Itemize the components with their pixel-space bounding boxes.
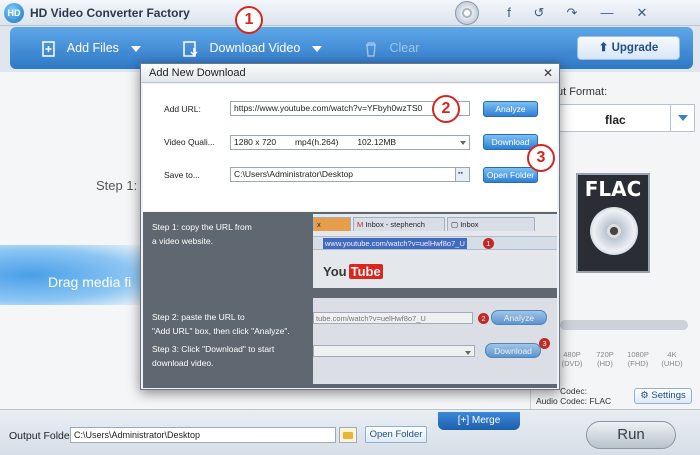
gmail-icon: M — [357, 220, 364, 229]
output-folder-field[interactable]: C:\Users\Administrator\Desktop — [70, 427, 336, 443]
title-bar: HD HD Video Converter Factory f ↺ ↷ — ✕ — [0, 0, 700, 26]
download-video-label: Download Video — [209, 41, 301, 55]
step2-analyze-button: Analyze — [491, 310, 547, 325]
mail-icon: ▢ — [451, 220, 459, 229]
browser-tab-label: Inbox — [460, 220, 479, 229]
browser-url-highlight: www.youtube.com/watch?v=uelHwf8o7_U — [323, 238, 467, 249]
settings-label: Settings — [651, 390, 686, 401]
add-url-label: Add URL: — [164, 104, 201, 114]
settings-button[interactable]: ⚙ Settings — [634, 388, 692, 404]
clear-button[interactable]: Clear — [362, 36, 419, 60]
clear-label: Clear — [389, 41, 420, 55]
minimize-icon[interactable]: — — [598, 4, 616, 22]
step-badge: 1 — [483, 238, 494, 249]
open-folder-button[interactable]: Open Folder — [483, 167, 538, 183]
redo-icon[interactable]: ↷ — [563, 4, 581, 22]
chevron-down-icon — [460, 141, 466, 145]
callout-badge-2: 2 — [432, 95, 460, 123]
audio-disc-icon — [590, 207, 638, 255]
flac-format-icon: FLAC — [576, 173, 650, 273]
instructions-panel: Step 1: copy the URL from a video websit… — [143, 212, 557, 388]
analyze-button[interactable]: Analyze — [483, 101, 538, 117]
disc-icon[interactable] — [455, 1, 479, 25]
save-to-label: Save to... — [164, 170, 200, 180]
callout-badge-1: 1 — [235, 6, 263, 34]
step3-download-button: Download — [485, 343, 541, 358]
step3-text: Step 3: Click "Download" to start downlo… — [152, 344, 275, 368]
callout-badge-3: 3 — [527, 144, 555, 172]
upgrade-label: Upgrade — [611, 42, 659, 54]
upgrade-button[interactable]: ⬆ Upgrade — [577, 36, 680, 60]
audio-codec-text: Audio Codec: FLAC — [536, 396, 612, 406]
res-label: 720P (HD) — [596, 350, 614, 368]
close-icon[interactable]: ✕ — [633, 4, 651, 22]
youtube-tube: Tube — [348, 264, 383, 279]
gear-icon: ⚙ — [640, 390, 649, 401]
browser-tab-inbox-stephench: M Inbox - stephench — [353, 217, 445, 231]
dialog-form: Add URL: https://www.youtube.com/watch?v… — [143, 84, 557, 211]
output-format-label: ut Format: — [557, 86, 608, 98]
step2-screenshot: tube.com/watch?v=uelHwf8o7_U 2 Analyze D… — [313, 298, 557, 384]
app-logo-icon: HD — [4, 3, 24, 23]
step1-text: Step 1: copy the URL from a video websit… — [152, 222, 252, 246]
resolution-slider[interactable] — [560, 320, 688, 330]
drag-media-text: Drag media fi — [48, 274, 132, 290]
chevron-down-icon[interactable] — [312, 45, 323, 52]
add-files-label: Add Files — [66, 41, 119, 55]
video-codec-text: Codec: — [560, 386, 587, 396]
step-badge: 2 — [478, 313, 489, 324]
chevron-down-icon — [465, 351, 471, 355]
browser-screenshot: x M Inbox - stephench ▢ Inbox www.youtub… — [313, 214, 557, 288]
save-path-field[interactable]: C:\Users\Administrator\Desktop — [230, 167, 470, 182]
step2-text: Step 2: paste the URL to "Add URL" box, … — [152, 312, 290, 336]
browse-icon[interactable] — [455, 168, 469, 181]
step2-quality-field — [313, 345, 475, 357]
step2-url-field: tube.com/watch?v=uelHwf8o7_U — [313, 312, 473, 324]
open-folder-button[interactable]: Open Folder — [365, 426, 427, 443]
app-title: HD Video Converter Factory — [30, 6, 190, 20]
video-quality-value: 1280 x 720 mp4(h.264) 102.12MB — [234, 137, 397, 147]
youtube-you: You — [323, 264, 347, 279]
add-files-button[interactable]: Add Files — [40, 36, 141, 60]
save-path-value: C:\Users\Administrator\Desktop — [234, 169, 354, 179]
browser-tab-label: Inbox - stephench — [365, 220, 425, 229]
browser-tab-inbox: ▢ Inbox — [447, 217, 535, 231]
close-icon[interactable]: ✕ — [541, 66, 555, 80]
step-label: Step 1: — [96, 178, 138, 193]
browser-tab: x — [313, 217, 351, 231]
step-badge: 3 — [539, 338, 550, 349]
add-new-download-dialog: Add New Download ✕ Add URL: https://www.… — [140, 63, 560, 390]
youtube-logo: You Tube — [321, 264, 383, 279]
download-video-button[interactable]: Download Video — [182, 36, 323, 60]
video-quality-label: Video Quali... — [164, 137, 215, 147]
output-folder-label: Output Folder: — [9, 430, 77, 442]
download-icon — [183, 40, 198, 57]
add-file-icon — [42, 40, 55, 57]
trash-icon — [366, 42, 376, 57]
res-label: 480P (DVD) — [561, 350, 583, 368]
chevron-down-icon[interactable] — [130, 45, 141, 52]
res-label: 1080P (FHD) — [627, 350, 649, 368]
merge-icon: [+] — [457, 415, 470, 426]
merge-button[interactable]: [+] Merge — [438, 412, 520, 430]
format-value: flac — [605, 113, 626, 127]
merge-label: Merge — [471, 415, 501, 426]
folder-icon[interactable] — [339, 427, 357, 443]
dialog-title: Add New Download — [149, 67, 246, 79]
video-quality-select[interactable]: 1280 x 720 mp4(h.264) 102.12MB — [230, 135, 470, 150]
run-button[interactable]: Run — [586, 421, 676, 449]
flac-label: FLAC — [584, 177, 642, 201]
arrow-up-icon: ⬆ — [598, 42, 609, 54]
res-label: 4K (UHD) — [661, 350, 683, 368]
facebook-icon[interactable]: f — [500, 4, 518, 22]
chevron-down-icon[interactable] — [670, 104, 695, 132]
undo-icon[interactable]: ↺ — [530, 4, 548, 22]
dialog-titlebar: Add New Download ✕ — [141, 64, 559, 83]
